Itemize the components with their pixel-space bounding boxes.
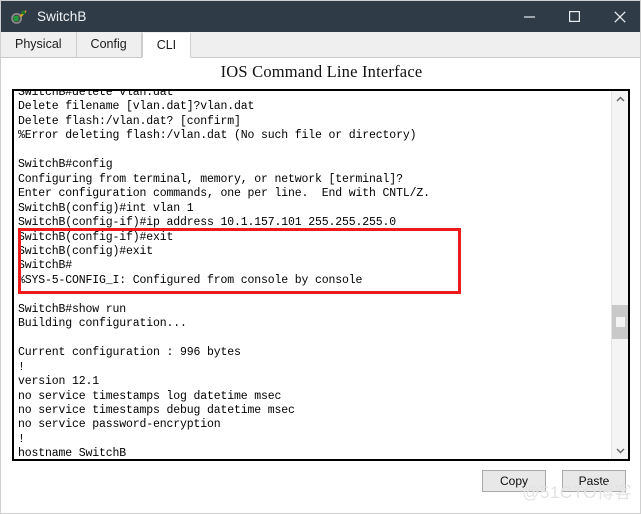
tab-strip: Physical Config CLI (1, 32, 640, 58)
scrollbar-thumb[interactable] (612, 305, 628, 339)
title-bar: SwitchB (1, 1, 640, 32)
window-title: SwitchB (37, 9, 87, 24)
cli-panel: IOS Command Line Interface SwitchB#delet… (1, 58, 640, 513)
tab-physical[interactable]: Physical (1, 32, 77, 57)
tab-cli[interactable]: CLI (141, 33, 192, 58)
terminal-text: SwitchB#delete vlan.dat Delete filename … (18, 89, 430, 461)
minimize-button[interactable] (507, 1, 552, 32)
device-config-window: SwitchB Physical Config CLI IOS Command … (0, 0, 641, 514)
watermark: @51CTO博客 (522, 483, 632, 502)
packet-tracer-icon (10, 8, 28, 26)
chevron-up-icon[interactable] (612, 91, 628, 108)
chevron-down-icon[interactable] (612, 442, 628, 459)
scrollbar-thumb-grip (616, 317, 625, 327)
terminal-output-area[interactable]: SwitchB#delete vlan.dat Delete filename … (12, 89, 630, 461)
page-title: IOS Command Line Interface (220, 62, 423, 81)
terminal-scrollbar[interactable] (611, 91, 628, 459)
maximize-button[interactable] (552, 1, 597, 32)
tab-config[interactable]: Config (76, 32, 142, 57)
close-button[interactable] (597, 1, 640, 32)
